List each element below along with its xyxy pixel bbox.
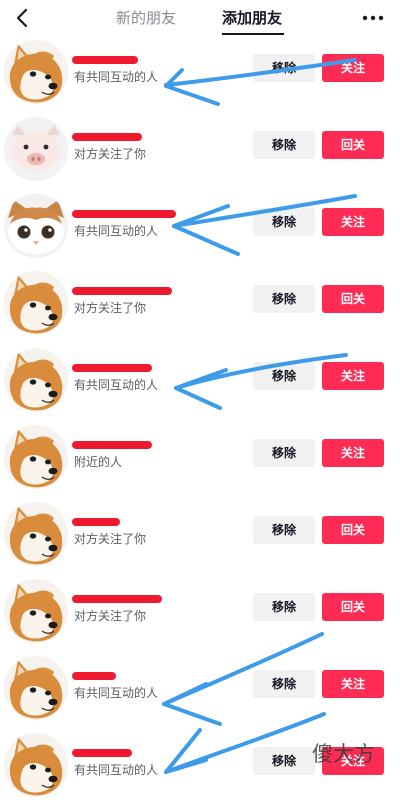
shiba-dog-avatar[interactable] bbox=[4, 656, 68, 720]
shiba-dog-avatar[interactable] bbox=[4, 425, 68, 489]
list-item[interactable]: 对方关注了你 移除 回关 bbox=[0, 500, 400, 577]
piglet-avatar[interactable] bbox=[4, 117, 68, 181]
remove-button[interactable]: 移除 bbox=[253, 593, 315, 621]
tab-new-friends[interactable]: 新的朋友 bbox=[116, 8, 176, 28]
remove-button[interactable]: 移除 bbox=[253, 208, 315, 236]
remove-button[interactable]: 移除 bbox=[253, 670, 315, 698]
redacted-username bbox=[72, 518, 120, 526]
redacted-username bbox=[72, 210, 176, 218]
shiba-dog-avatar[interactable] bbox=[4, 733, 68, 797]
tab-add-friends[interactable]: 添加朋友 bbox=[222, 8, 282, 28]
redacted-username bbox=[72, 595, 162, 603]
remove-button[interactable]: 移除 bbox=[253, 362, 315, 390]
redacted-username bbox=[72, 56, 138, 64]
remove-button[interactable]: 移除 bbox=[253, 54, 315, 82]
remove-button[interactable]: 移除 bbox=[253, 747, 315, 775]
active-tab-indicator bbox=[222, 33, 284, 35]
shiba-dog-avatar[interactable] bbox=[4, 40, 68, 104]
follow-back-button[interactable]: 回关 bbox=[322, 131, 384, 159]
relation-label: 有共同互动的人 bbox=[74, 686, 159, 700]
remove-button[interactable]: 移除 bbox=[253, 516, 315, 544]
redacted-username bbox=[72, 749, 132, 757]
relation-label: 对方关注了你 bbox=[74, 609, 147, 623]
relation-label: 对方关注了你 bbox=[74, 301, 147, 315]
follow-button[interactable]: 关注 bbox=[322, 439, 384, 467]
follow-back-button[interactable]: 回关 bbox=[322, 285, 384, 313]
relation-label: 有共同互动的人 bbox=[74, 378, 159, 392]
remove-button[interactable]: 移除 bbox=[253, 439, 315, 467]
list-item[interactable]: 对方关注了你 移除 回关 bbox=[0, 115, 400, 192]
redacted-username bbox=[72, 672, 116, 680]
list-item[interactable]: 有共同互动的人 移除 关注 bbox=[0, 38, 400, 115]
relation-label: 有共同互动的人 bbox=[74, 70, 159, 84]
relation-label: 附近的人 bbox=[74, 455, 123, 469]
shiba-dog-avatar[interactable] bbox=[4, 502, 68, 566]
list-item[interactable]: 对方关注了你 移除 回关 bbox=[0, 269, 400, 346]
relation-label: 有共同互动的人 bbox=[74, 763, 159, 777]
list-item[interactable]: 有共同互动的人 移除 关注 bbox=[0, 346, 400, 423]
list-item[interactable]: 有共同互动的人 移除 关注 bbox=[0, 192, 400, 269]
shiba-dog-avatar[interactable] bbox=[4, 271, 68, 335]
list-item[interactable]: 附近的人 移除 关注 bbox=[0, 423, 400, 500]
list-item[interactable]: 有共同互动的人 移除 关注 bbox=[0, 654, 400, 731]
redacted-username bbox=[72, 287, 172, 295]
relation-label: 有共同互动的人 bbox=[74, 224, 159, 238]
remove-button[interactable]: 移除 bbox=[253, 131, 315, 159]
shiba-dog-avatar[interactable] bbox=[4, 579, 68, 643]
follow-button[interactable]: 关注 bbox=[322, 362, 384, 390]
follow-button[interactable]: 关注 bbox=[322, 670, 384, 698]
follow-button[interactable]: 关注 bbox=[322, 208, 384, 236]
redacted-username bbox=[72, 441, 152, 449]
exotic-cat-avatar[interactable] bbox=[4, 194, 68, 258]
follow-back-button[interactable]: 回关 bbox=[322, 593, 384, 621]
chevron-left-icon bbox=[16, 8, 28, 28]
redacted-username bbox=[72, 133, 142, 141]
shiba-dog-avatar[interactable] bbox=[4, 348, 68, 412]
relation-label: 对方关注了你 bbox=[74, 532, 147, 546]
list-item[interactable]: 对方关注了你 移除 回关 bbox=[0, 577, 400, 654]
follow-back-button[interactable]: 回关 bbox=[322, 516, 384, 544]
watermark-text: 傻大方 bbox=[312, 742, 375, 766]
back-button[interactable] bbox=[12, 7, 34, 29]
redacted-username bbox=[72, 364, 152, 372]
follow-button[interactable]: 关注 bbox=[322, 54, 384, 82]
remove-button[interactable]: 移除 bbox=[253, 285, 315, 313]
more-options-button[interactable] bbox=[361, 7, 385, 29]
top-nav-bar: 新的朋友 添加朋友 bbox=[0, 0, 400, 38]
relation-label: 对方关注了你 bbox=[74, 147, 147, 161]
more-dots-icon bbox=[362, 15, 384, 21]
